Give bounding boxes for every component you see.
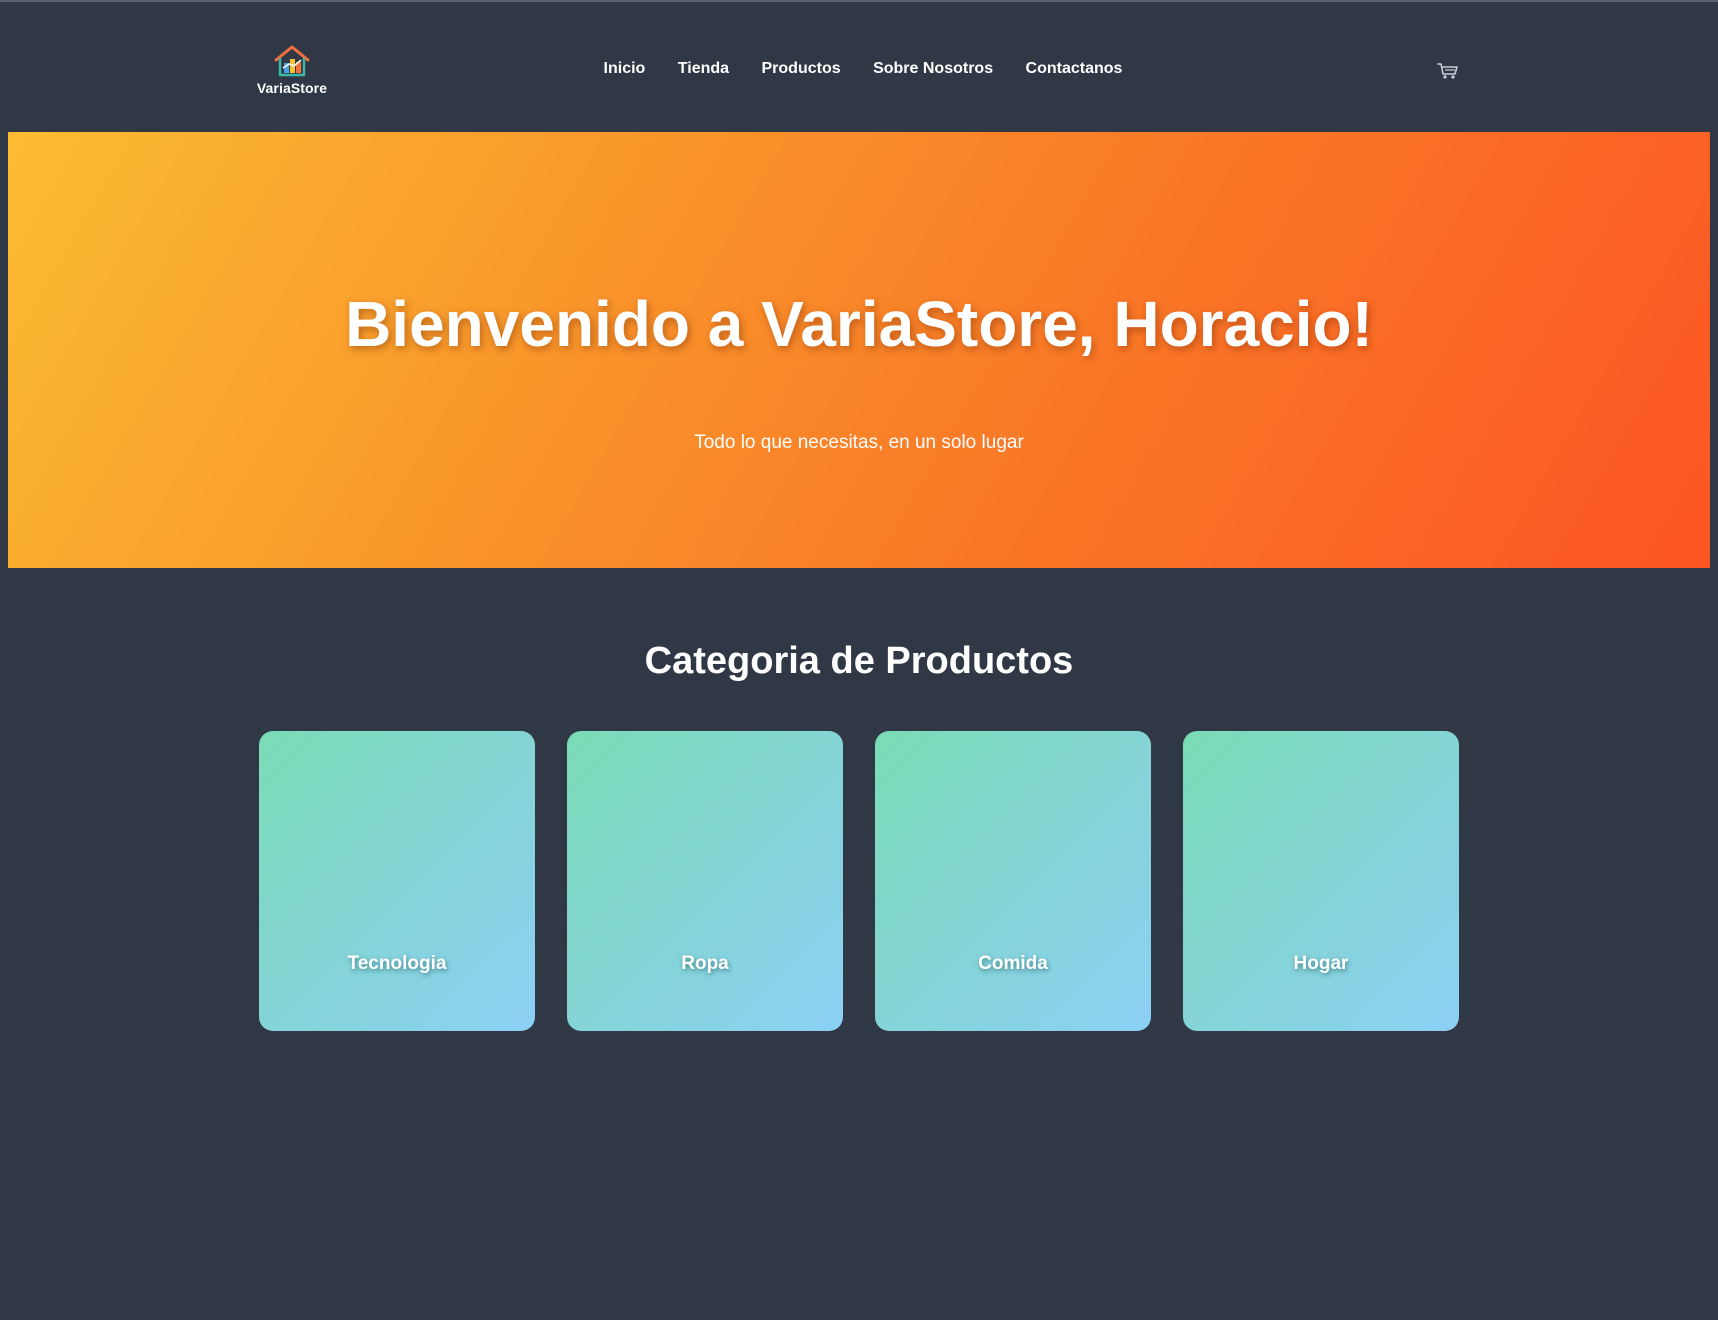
shopping-cart-icon[interactable] [1437,62,1459,80]
nav-productos[interactable]: Productos [762,60,841,77]
site-header: VariaStore Inicio Tienda Productos Sobre… [0,2,1718,130]
category-card-tecnologia[interactable]: Tecnologia [259,731,535,1031]
category-label: Hogar [1293,953,1349,974]
category-label: Ropa [681,953,729,974]
main-nav: Inicio Tienda Productos Sobre Nosotros C… [0,60,1718,78]
hero-subtitle: Todo lo que necesitas, en un solo lugar [694,432,1024,453]
nav-tienda[interactable]: Tienda [678,60,729,77]
nav-inicio[interactable]: Inicio [604,60,646,77]
category-card-hogar[interactable]: Hogar [1183,731,1459,1031]
categories-title: Categoria de Productos [644,640,1074,682]
hero-title: Bienvenido a VariaStore, Horacio! [345,288,1373,360]
nav-contactanos[interactable]: Contactanos [1026,60,1123,77]
category-card-ropa[interactable]: Ropa [567,731,843,1031]
category-label: Comida [978,953,1048,974]
logo-text: VariaStore [256,80,328,96]
nav-sobre-nosotros[interactable]: Sobre Nosotros [873,60,993,77]
category-label: Tecnologia [347,953,447,974]
hero-banner: Bienvenido a VariaStore, Horacio! Todo l… [8,132,1710,568]
category-card-comida[interactable]: Comida [875,731,1151,1031]
